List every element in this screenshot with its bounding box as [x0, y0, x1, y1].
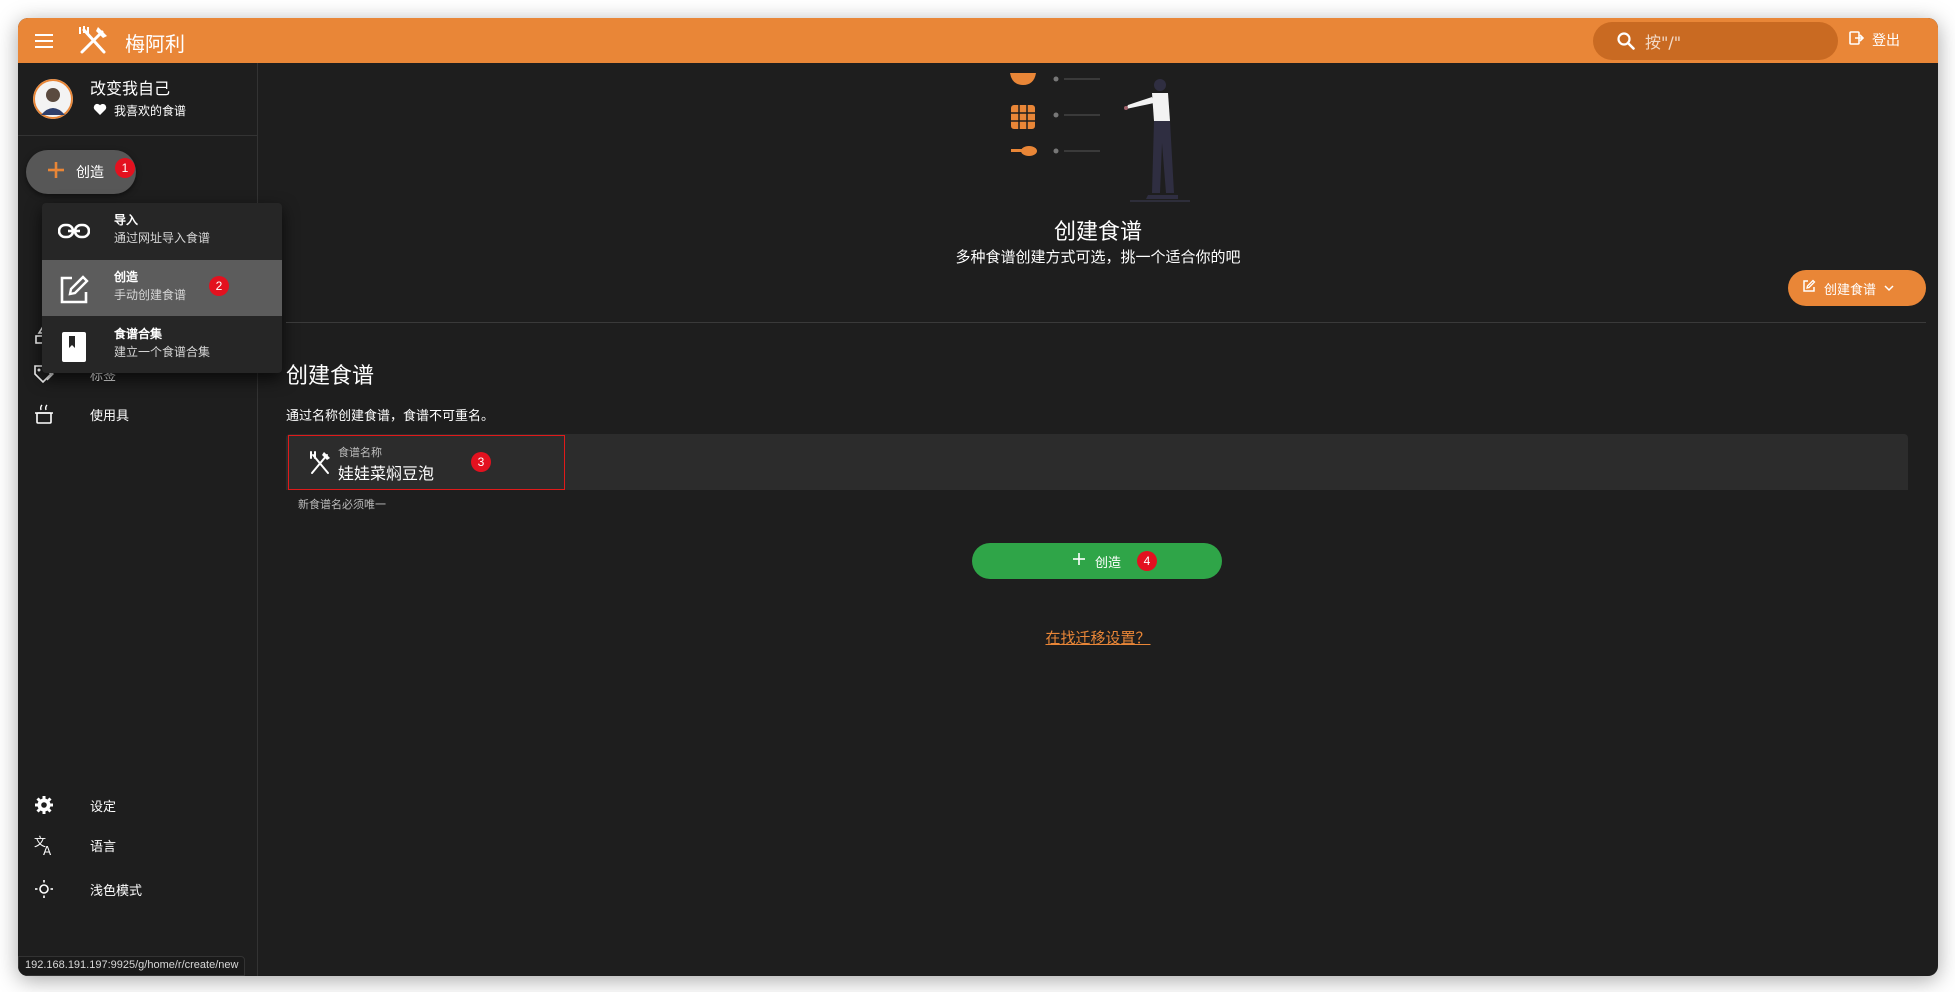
step-badge: 4: [1137, 551, 1157, 571]
logout-button[interactable]: 登出: [1848, 30, 1900, 50]
step-badge: 1: [115, 158, 135, 178]
recipe-name-input[interactable]: 娃娃菜焖豆泡: [338, 460, 434, 484]
create-recipe-dropdown-button[interactable]: 创建食谱: [1788, 270, 1926, 306]
user-profile: 改变我自己 我喜欢的食谱: [18, 63, 258, 136]
create-recipe-label: 创建食谱: [1824, 282, 1877, 298]
favorites-label: 我喜欢的食谱: [114, 104, 187, 118]
pot-icon: [32, 402, 56, 426]
sidebar-item-label: 设定: [90, 799, 117, 815]
app-window: 梅阿利 按"/" 登出 改变我自己 我喜欢的食谱 创造 标签 使用具 设定 文 …: [18, 18, 1938, 976]
heart-icon: [93, 103, 107, 119]
menu-item-title: 食谱合集: [114, 327, 163, 341]
search-input[interactable]: 按"/": [1593, 22, 1838, 60]
sidebar-item-language[interactable]: 文A 语言: [18, 827, 258, 863]
sidebar-item-light-mode[interactable]: 浅色模式: [18, 871, 258, 907]
hero-title: 创建食谱: [1053, 220, 1142, 245]
menu-item-subtitle: 建立一个食谱合集: [114, 345, 211, 359]
form-description: 通过名称创建食谱，食谱不可重名。: [286, 409, 495, 424]
sidebar-item-label: 使用具: [90, 408, 130, 424]
create-submit-label: 创造: [1094, 555, 1121, 571]
utensils-logo-icon: [76, 24, 110, 62]
fork-knife-icon: [309, 451, 331, 475]
sidebar-item-settings[interactable]: 设定: [18, 787, 258, 823]
favorites-link[interactable]: 我喜欢的食谱: [93, 102, 186, 119]
search-placeholder: 按"/": [1645, 33, 1682, 52]
top-app-bar: 梅阿利 按"/" 登出: [18, 18, 1938, 63]
sidebar-item-tools[interactable]: 使用具: [18, 396, 258, 432]
sidebar-item-label: 浅色模式: [90, 883, 143, 899]
chevron-down-icon: [1884, 281, 1894, 296]
edit-icon: [58, 274, 90, 304]
sun-icon: [32, 877, 56, 901]
logout-label: 登出: [1872, 33, 1900, 49]
recipe-name-label: 食谱名称: [338, 446, 382, 459]
avatar[interactable]: [33, 79, 73, 119]
menu-item-subtitle: 手动创建食谱: [114, 288, 187, 302]
logout-icon: [1848, 30, 1865, 50]
menu-item-create[interactable]: 创造 手动创建食谱: [42, 260, 282, 316]
migration-settings-link[interactable]: 在找迁移设置？: [18, 627, 1938, 648]
recipe-illustration: [1008, 73, 1208, 223]
edit-icon: [1802, 279, 1816, 297]
gear-icon: [32, 793, 56, 817]
bookmark-icon: [58, 331, 90, 362]
plus-icon: [1072, 553, 1085, 569]
sidebar: 改变我自己 我喜欢的食谱 创造 分类 标签: [18, 63, 258, 976]
divider: [286, 322, 1926, 323]
search-icon: [1617, 32, 1635, 50]
step-badge: 2: [209, 276, 229, 296]
hero-subtitle: 多种食谱创建方式可选，挑一个适合你的吧: [955, 248, 1241, 266]
status-bar-url: 192.168.191.197:9925/g/home/r/create/new: [18, 956, 246, 976]
user-name[interactable]: 改变我自己: [90, 75, 170, 99]
create-submit-button[interactable]: 创造: [972, 543, 1222, 579]
form-title: 创建食谱: [286, 364, 375, 389]
app-title[interactable]: 梅阿利: [125, 28, 185, 57]
recipe-name-hint: 新食谱名必须唯一: [298, 498, 386, 511]
menu-item-title: 创造: [114, 270, 139, 284]
translate-icon: 文A: [32, 833, 56, 857]
svg-text:A: A: [43, 844, 52, 856]
menu-item-cookbook[interactable]: 食谱合集 建立一个食谱合集: [42, 317, 282, 373]
create-button-label: 创造: [76, 165, 104, 181]
menu-icon[interactable]: [30, 27, 58, 55]
sidebar-item-label: 语言: [90, 839, 117, 855]
step-badge: 3: [471, 452, 491, 472]
plus-icon: [46, 160, 66, 184]
